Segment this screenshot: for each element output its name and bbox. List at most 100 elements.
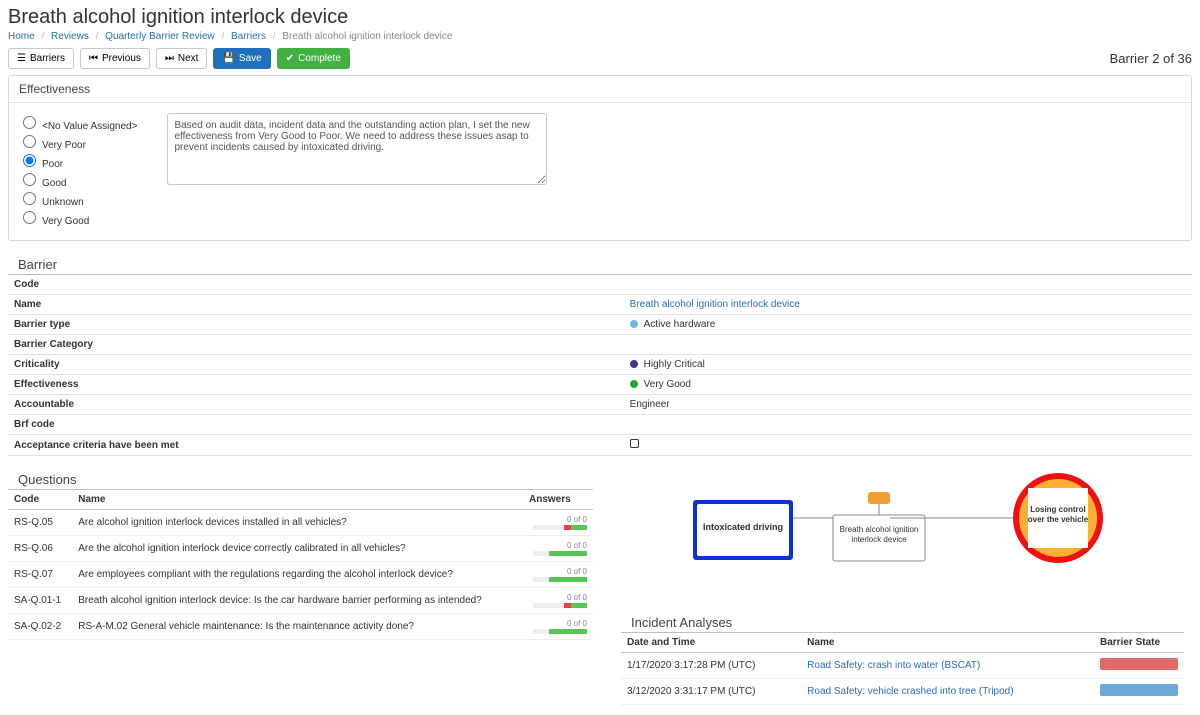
question-answers: 0 of 0 [523, 588, 593, 614]
answer-indicator-icon [533, 629, 587, 634]
question-code: SA-Q.01-1 [8, 588, 72, 614]
breadcrumb: Home / Reviews / Quarterly Barrier Revie… [8, 31, 1192, 42]
question-code: RS-Q.05 [8, 510, 72, 536]
radio-very-good[interactable]: Very Good [23, 211, 137, 227]
answer-indicator-icon [533, 551, 587, 556]
question-name: RS-A-M.02 General vehicle maintenance: I… [72, 614, 523, 640]
effectiveness-title: Effectiveness [9, 76, 1191, 103]
save-icon: 💾 [222, 53, 234, 64]
barrier-accept-label: Acceptance criteria have been met [8, 435, 624, 456]
table-row: SA-Q.01-1Breath alcohol ignition interlo… [8, 588, 593, 614]
check-icon: ✔ [286, 53, 294, 64]
barrier-accountable-label: Accountable [8, 395, 624, 415]
barriers-button[interactable]: ☰ Barriers [8, 48, 74, 69]
barrier-brf-value [624, 415, 1192, 435]
barrier-category-value [624, 335, 1192, 355]
incidents-dt-header: Date and Time [621, 633, 801, 653]
incident-link[interactable]: Road Safety: crash into water (BSCAT) [807, 660, 980, 671]
page-title: Breath alcohol ignition interlock device [8, 6, 1192, 29]
barrier-state-indicator-icon [1100, 684, 1178, 696]
barrier-effectiveness-value: Very Good [644, 379, 691, 390]
question-answers: 0 of 0 [523, 562, 593, 588]
incidents-table: Date and Time Name Barrier State 1/17/20… [621, 633, 1184, 705]
barrier-effectiveness-label: Effectiveness [8, 375, 624, 395]
questions-name-header: Name [72, 490, 523, 510]
radio-unknown[interactable]: Unknown [23, 192, 137, 208]
question-answers: 0 of 0 [523, 510, 593, 536]
svg-text:Losing control: Losing control [1030, 505, 1086, 514]
checkbox-unchecked-icon [630, 439, 639, 448]
incident-datetime: 1/17/2020 3:17:28 PM (UTC) [621, 653, 801, 679]
threat-text: Intoxicated driving [702, 522, 782, 532]
barrier-category-label: Barrier Category [8, 335, 624, 355]
breadcrumb-reviews[interactable]: Reviews [51, 31, 89, 42]
question-code: RS-Q.06 [8, 536, 72, 562]
complete-label: Complete [298, 53, 341, 64]
table-row: RS-Q.05Are alcohol ignition interlock de… [8, 510, 593, 536]
barrier-effectiveness-dot-icon [630, 380, 638, 388]
barrier-state-indicator-icon [1100, 658, 1178, 670]
barrier-counter: Barrier 2 of 36 [1110, 51, 1192, 66]
next-button[interactable]: ⏭ Next [156, 48, 208, 69]
questions-code-header: Code [8, 490, 72, 510]
next-icon: ⏭ [165, 53, 174, 64]
effectiveness-comment[interactable]: Based on audit data, incident data and t… [167, 113, 547, 185]
question-name: Are the alcohol ignition interlock devic… [72, 536, 523, 562]
barrier-code-label: Code [8, 275, 624, 295]
breadcrumb-quarterly[interactable]: Quarterly Barrier Review [105, 31, 214, 42]
complete-button[interactable]: ✔ Complete [277, 48, 350, 69]
radio-good[interactable]: Good [23, 173, 137, 189]
previous-button[interactable]: ⏮ Previous [80, 48, 150, 69]
question-answers: 0 of 0 [523, 536, 593, 562]
question-answers: 0 of 0 [523, 614, 593, 640]
radio-no-value[interactable]: <No Value Assigned> [23, 116, 137, 132]
incidents-name-header: Name [801, 633, 1094, 653]
breadcrumb-current: Breath alcohol ignition interlock device [282, 31, 452, 42]
effectiveness-panel: Effectiveness <No Value Assigned> Very P… [8, 75, 1192, 241]
answer-indicator-icon [533, 577, 587, 582]
table-row: 1/17/2020 3:17:28 PM (UTC) Road Safety: c… [621, 653, 1184, 679]
table-row: RS-Q.07Are employees compliant with the … [8, 562, 593, 588]
questions-answers-header: Answers [523, 490, 593, 510]
table-row: SA-Q.02-2RS-A-M.02 General vehicle maint… [8, 614, 593, 640]
barrier-type-label: Barrier type [8, 315, 624, 335]
barrier-panel: Barrier Code Name Breath alcohol ignition… [8, 251, 1192, 456]
barrier-title: Barrier [8, 251, 1192, 275]
save-label: Save [239, 53, 262, 64]
incident-link[interactable]: Road Safety: vehicle crashed into tree (… [807, 686, 1013, 697]
incidents-title: Incident Analyses [621, 609, 1184, 633]
radio-very-poor[interactable]: Very Poor [23, 135, 137, 151]
save-button[interactable]: 💾 Save [213, 48, 270, 69]
radio-poor[interactable]: Poor [23, 154, 137, 170]
svg-text:Breath alcohol ignition: Breath alcohol ignition [839, 525, 918, 534]
barriers-label: Barriers [30, 53, 65, 64]
incident-datetime: 3/12/2020 3:31:17 PM (UTC) [621, 679, 801, 705]
question-code: SA-Q.02-2 [8, 614, 72, 640]
barrier-name-link[interactable]: Breath alcohol ignition interlock device [630, 299, 800, 310]
effectiveness-radios: <No Value Assigned> Very Poor Poor Good … [23, 113, 137, 230]
incidents-state-header: Barrier State [1094, 633, 1184, 653]
question-name: Are alcohol ignition interlock devices i… [72, 510, 523, 536]
barrier-code-value [624, 275, 1192, 295]
questions-title: Questions [8, 466, 593, 490]
list-icon: ☰ [17, 53, 26, 64]
breadcrumb-barriers[interactable]: Barriers [231, 31, 266, 42]
barrier-criticality-label: Criticality [8, 355, 624, 375]
svg-text:over the vehicle: over the vehicle [1027, 515, 1088, 524]
barrier-brf-label: Brf code [8, 415, 624, 435]
barrier-accountable-value: Engineer [624, 395, 1192, 415]
questions-table: Code Name Answers RS-Q.05Are alcohol ign… [8, 490, 593, 640]
barrier-top-icon [868, 492, 890, 504]
barrier-criticality-value: Highly Critical [644, 359, 705, 370]
barrier-name-label: Name [8, 295, 624, 315]
question-code: RS-Q.07 [8, 562, 72, 588]
question-name: Are employees compliant with the regulat… [72, 562, 523, 588]
bowtie-diagram: Intoxicated driving Breath alcohol ignit… [613, 470, 1192, 593]
answer-indicator-icon [533, 603, 587, 608]
question-name: Breath alcohol ignition interlock device… [72, 588, 523, 614]
next-label: Next [178, 53, 199, 64]
prev-icon: ⏮ [89, 53, 98, 64]
answer-indicator-icon [533, 525, 587, 530]
breadcrumb-home[interactable]: Home [8, 31, 35, 42]
barrier-type-value: Active hardware [644, 319, 716, 330]
